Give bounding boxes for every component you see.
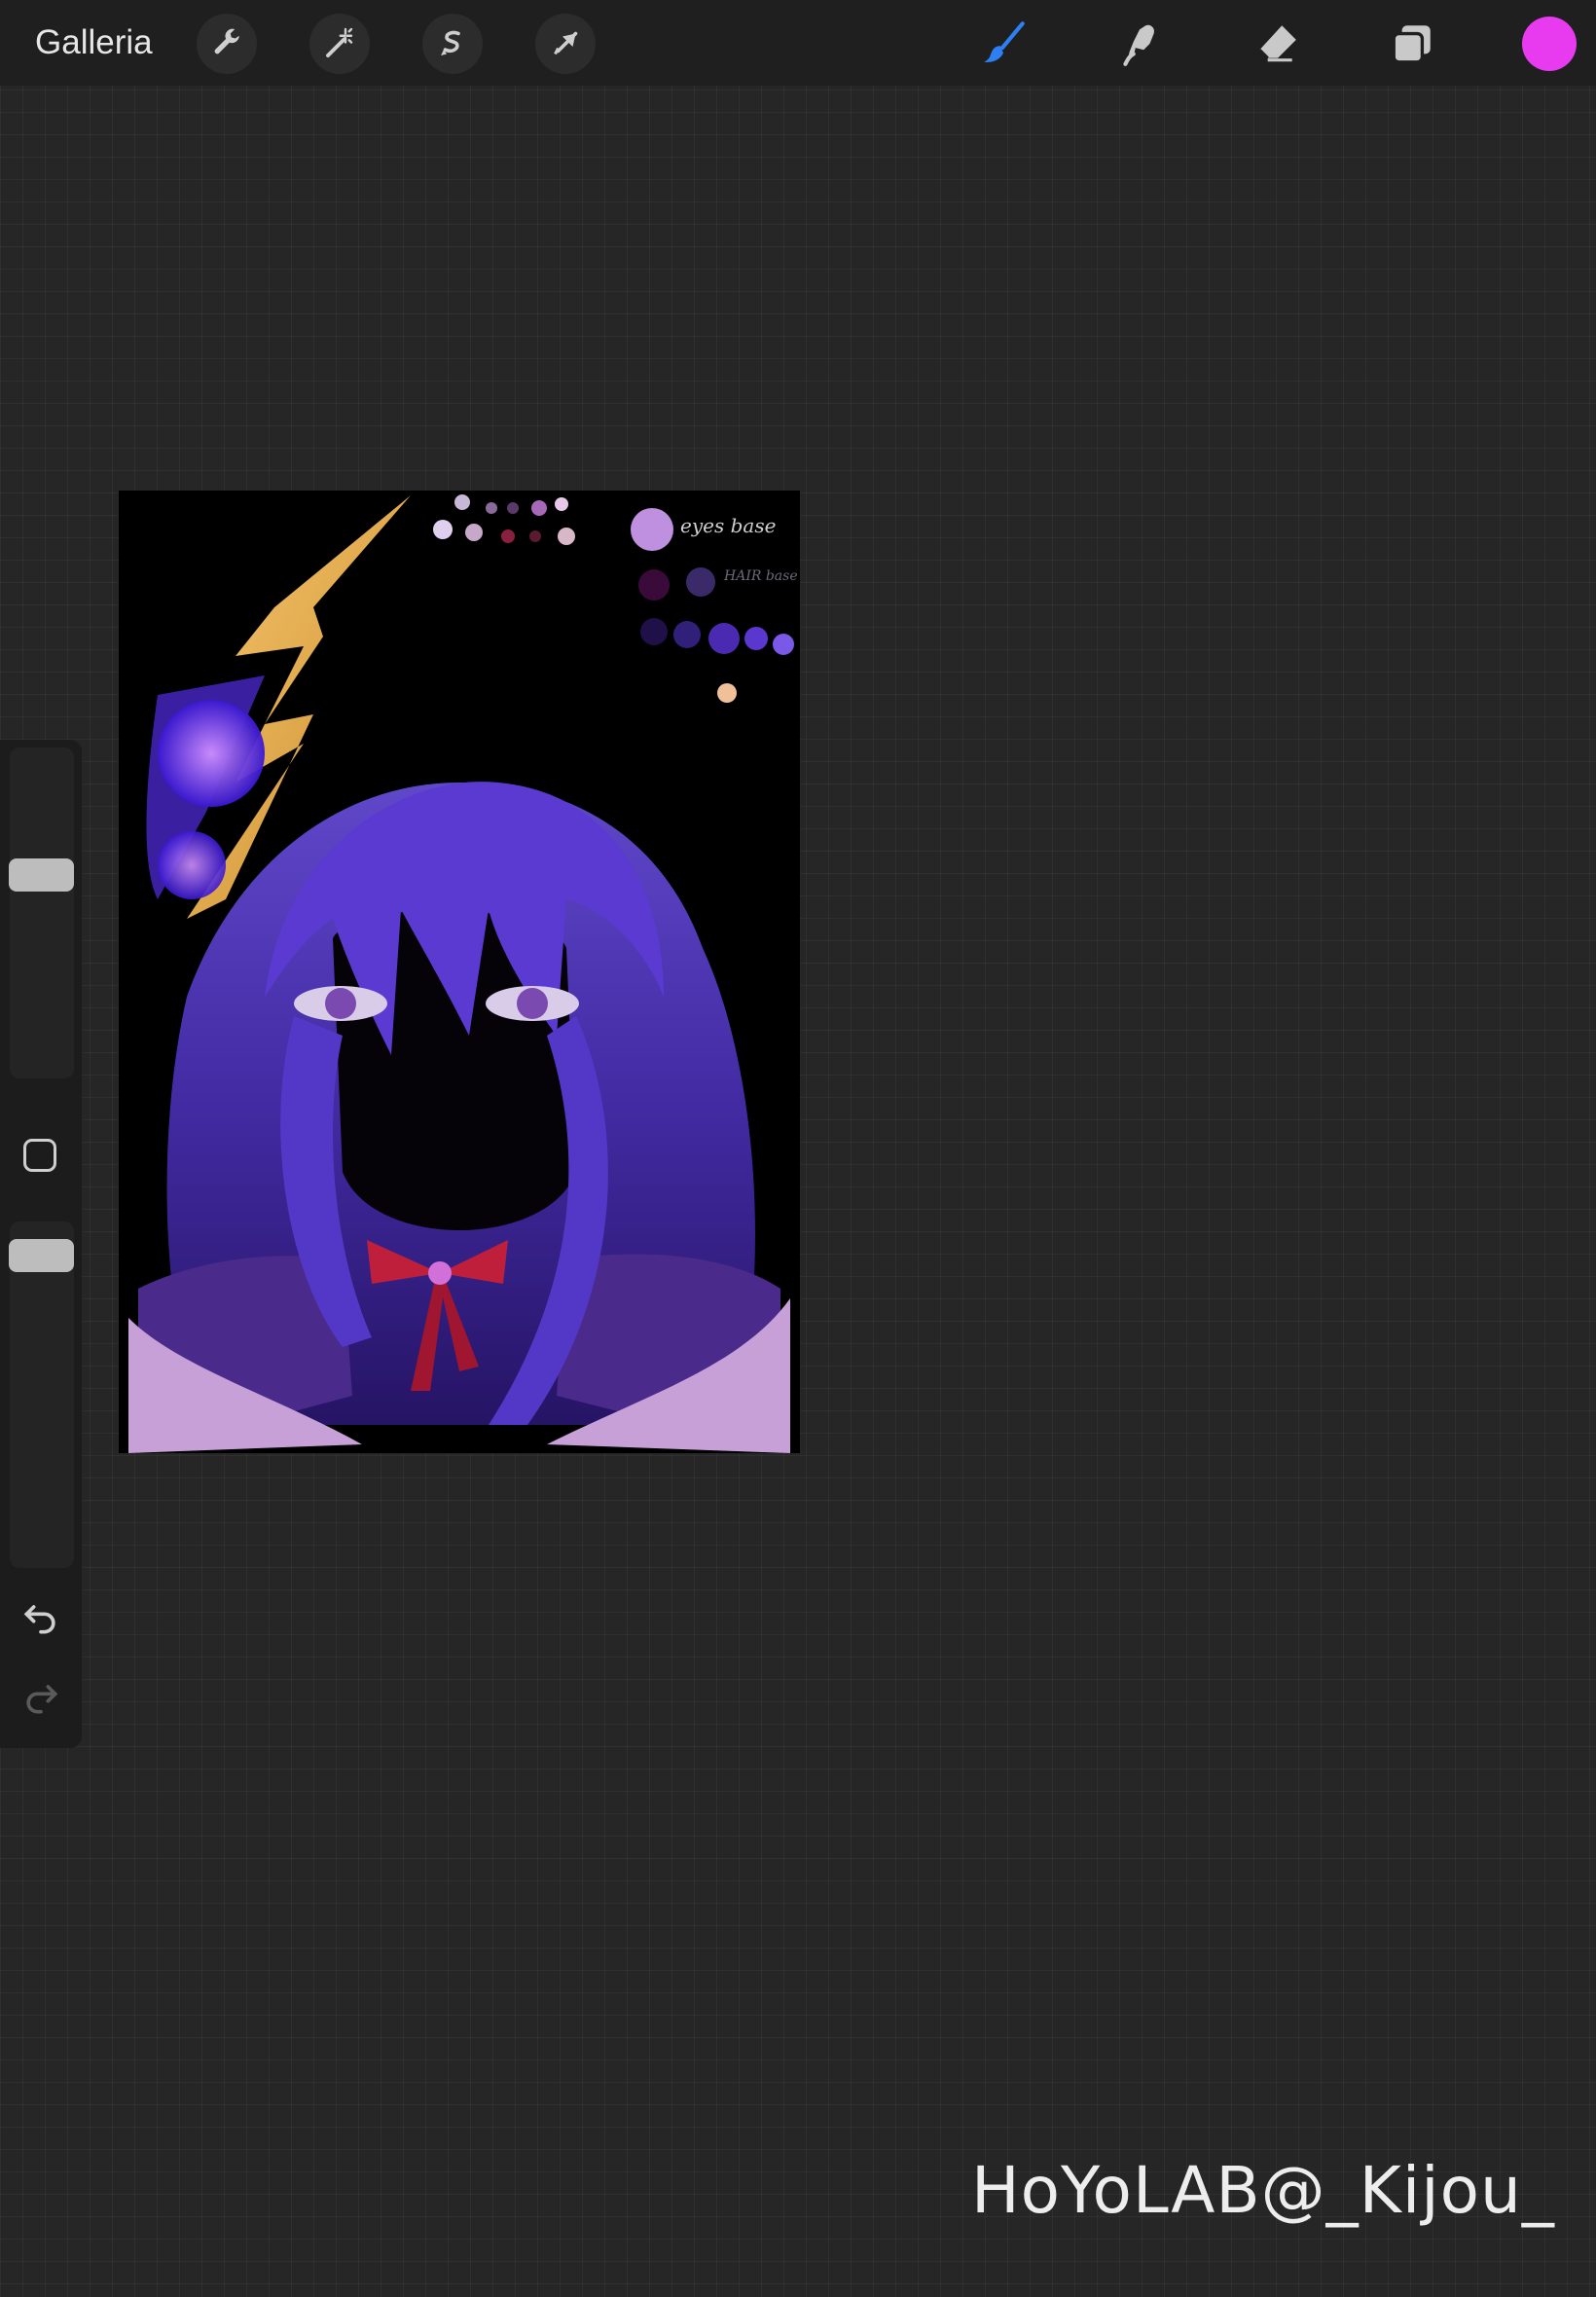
canvas-artwork[interactable]: eyes base HAIR base (119, 491, 800, 1453)
gallery-button[interactable]: Galleria (35, 19, 153, 66)
artwork-illustration (119, 491, 800, 1453)
palette-label-eyes: eyes base (680, 514, 777, 537)
brush-icon[interactable] (974, 14, 1034, 74)
opacity-slider-thumb[interactable] (9, 1239, 74, 1272)
redo-icon[interactable] (19, 1676, 62, 1719)
watermark-text: HoYoLAB@_Kijou_ (971, 2153, 1555, 2228)
wrench-icon[interactable] (197, 14, 257, 74)
undo-icon[interactable] (19, 1596, 62, 1639)
top-toolbar: Galleria (0, 0, 1596, 86)
transform-arrow-icon[interactable] (535, 14, 596, 74)
magic-wand-icon[interactable] (309, 14, 370, 74)
brush-size-slider[interactable] (10, 747, 74, 1078)
brush-size-slider-thumb[interactable] (9, 857, 74, 892)
modify-square-icon[interactable] (23, 1139, 56, 1172)
current-color-button[interactable] (1522, 17, 1577, 71)
eraser-icon[interactable] (1246, 14, 1306, 74)
layers-icon[interactable] (1382, 14, 1442, 74)
opacity-slider[interactable] (10, 1221, 74, 1568)
smudge-icon[interactable] (1109, 14, 1170, 74)
selection-icon[interactable] (422, 14, 483, 74)
palette-label-hair: HAIR base (724, 568, 798, 584)
